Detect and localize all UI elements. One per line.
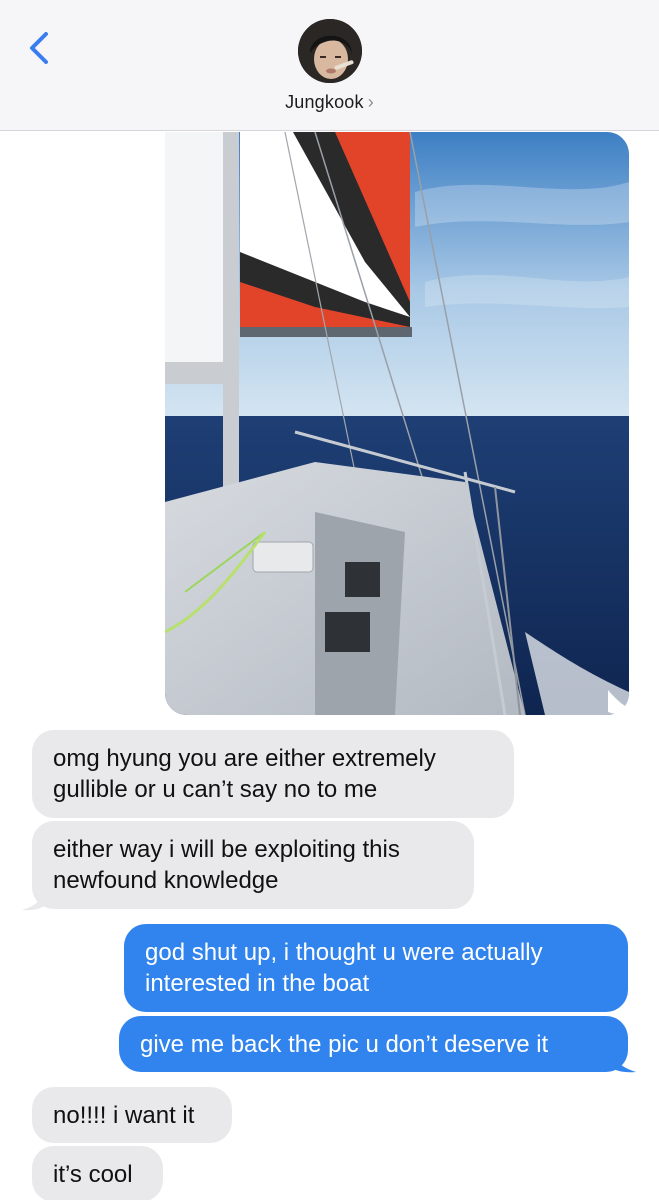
message-line: it’s cool — [53, 1160, 133, 1188]
chevron-right-icon: › — [367, 92, 374, 112]
conversation-header: Jungkook › — [0, 0, 659, 131]
message-bubble-outgoing[interactable]: god shut up, i thought u were actually i… — [124, 924, 628, 1012]
message-line: newfound knowledge — [53, 867, 279, 894]
message-line: interested in the boat — [145, 970, 370, 997]
message-line: omg hyung you are either extremely — [53, 745, 436, 772]
chevron-left-icon — [30, 32, 48, 64]
avatar[interactable] — [298, 19, 362, 83]
message-bubble-outgoing[interactable]: give me back the pic u don’t deserve it — [119, 1016, 628, 1072]
photo-tail — [608, 690, 648, 717]
message-bubble-incoming[interactable]: omg hyung you are either extremely gulli… — [32, 730, 514, 818]
contact-name[interactable]: Jungkook › — [0, 92, 659, 113]
message-line: god shut up, i thought u were actually — [145, 939, 543, 966]
sailboat-photo[interactable] — [165, 132, 629, 715]
bubble-tail — [22, 890, 46, 911]
message-line: gullible or u can’t say no to me — [53, 776, 378, 803]
message-bubble-incoming[interactable]: no!!!! i want it — [32, 1087, 232, 1143]
message-line: give me back the pic u don’t deserve it — [140, 1030, 549, 1058]
bubble-tail — [610, 1050, 636, 1073]
message-bubble-incoming[interactable]: either way i will be exploiting this new… — [32, 821, 474, 909]
message-line: no!!!! i want it — [53, 1101, 195, 1129]
back-button[interactable] — [22, 28, 56, 68]
contact-name-label: Jungkook — [285, 92, 364, 112]
message-line: either way i will be exploiting this — [53, 836, 400, 863]
message-bubble-incoming[interactable]: it’s cool — [32, 1146, 163, 1200]
